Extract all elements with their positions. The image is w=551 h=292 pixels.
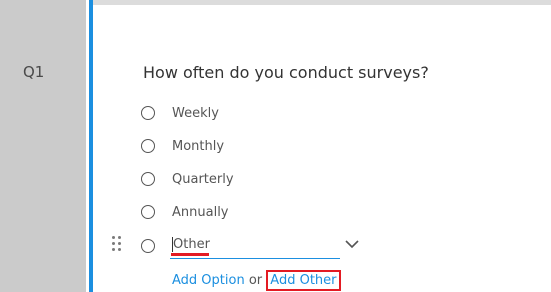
radio-icon[interactable] <box>141 239 155 253</box>
add-option-link[interactable]: Add Option <box>172 273 245 288</box>
question-text[interactable]: How often do you conduct surveys? <box>143 63 429 82</box>
choice-label[interactable]: Weekly <box>172 106 219 121</box>
other-choice-text[interactable]: Other <box>173 237 210 252</box>
drag-handle-icon[interactable] <box>112 236 124 254</box>
add-choice-actions: Add Option or Add Other <box>172 270 341 291</box>
active-question-indicator <box>89 0 93 292</box>
choice-label[interactable]: Quarterly <box>172 172 234 187</box>
choice-label[interactable]: Monthly <box>172 139 224 154</box>
add-other-link[interactable]: Add Other <box>266 270 341 291</box>
choice-quarterly[interactable]: Quarterly <box>141 169 234 189</box>
question-divider <box>93 0 551 5</box>
choice-annually[interactable]: Annually <box>141 202 229 222</box>
other-text-highlight <box>171 253 209 256</box>
radio-icon[interactable] <box>141 139 155 153</box>
question-gutter: Q1 <box>0 0 86 292</box>
radio-icon[interactable] <box>141 106 155 120</box>
radio-icon[interactable] <box>141 172 155 186</box>
actions-separator: or <box>248 273 263 288</box>
radio-icon[interactable] <box>141 205 155 219</box>
question-number: Q1 <box>23 63 45 81</box>
choice-label[interactable]: Annually <box>172 205 229 220</box>
choice-weekly[interactable]: Weekly <box>141 103 219 123</box>
chevron-down-icon[interactable] <box>344 238 360 250</box>
choice-monthly[interactable]: Monthly <box>141 136 224 156</box>
